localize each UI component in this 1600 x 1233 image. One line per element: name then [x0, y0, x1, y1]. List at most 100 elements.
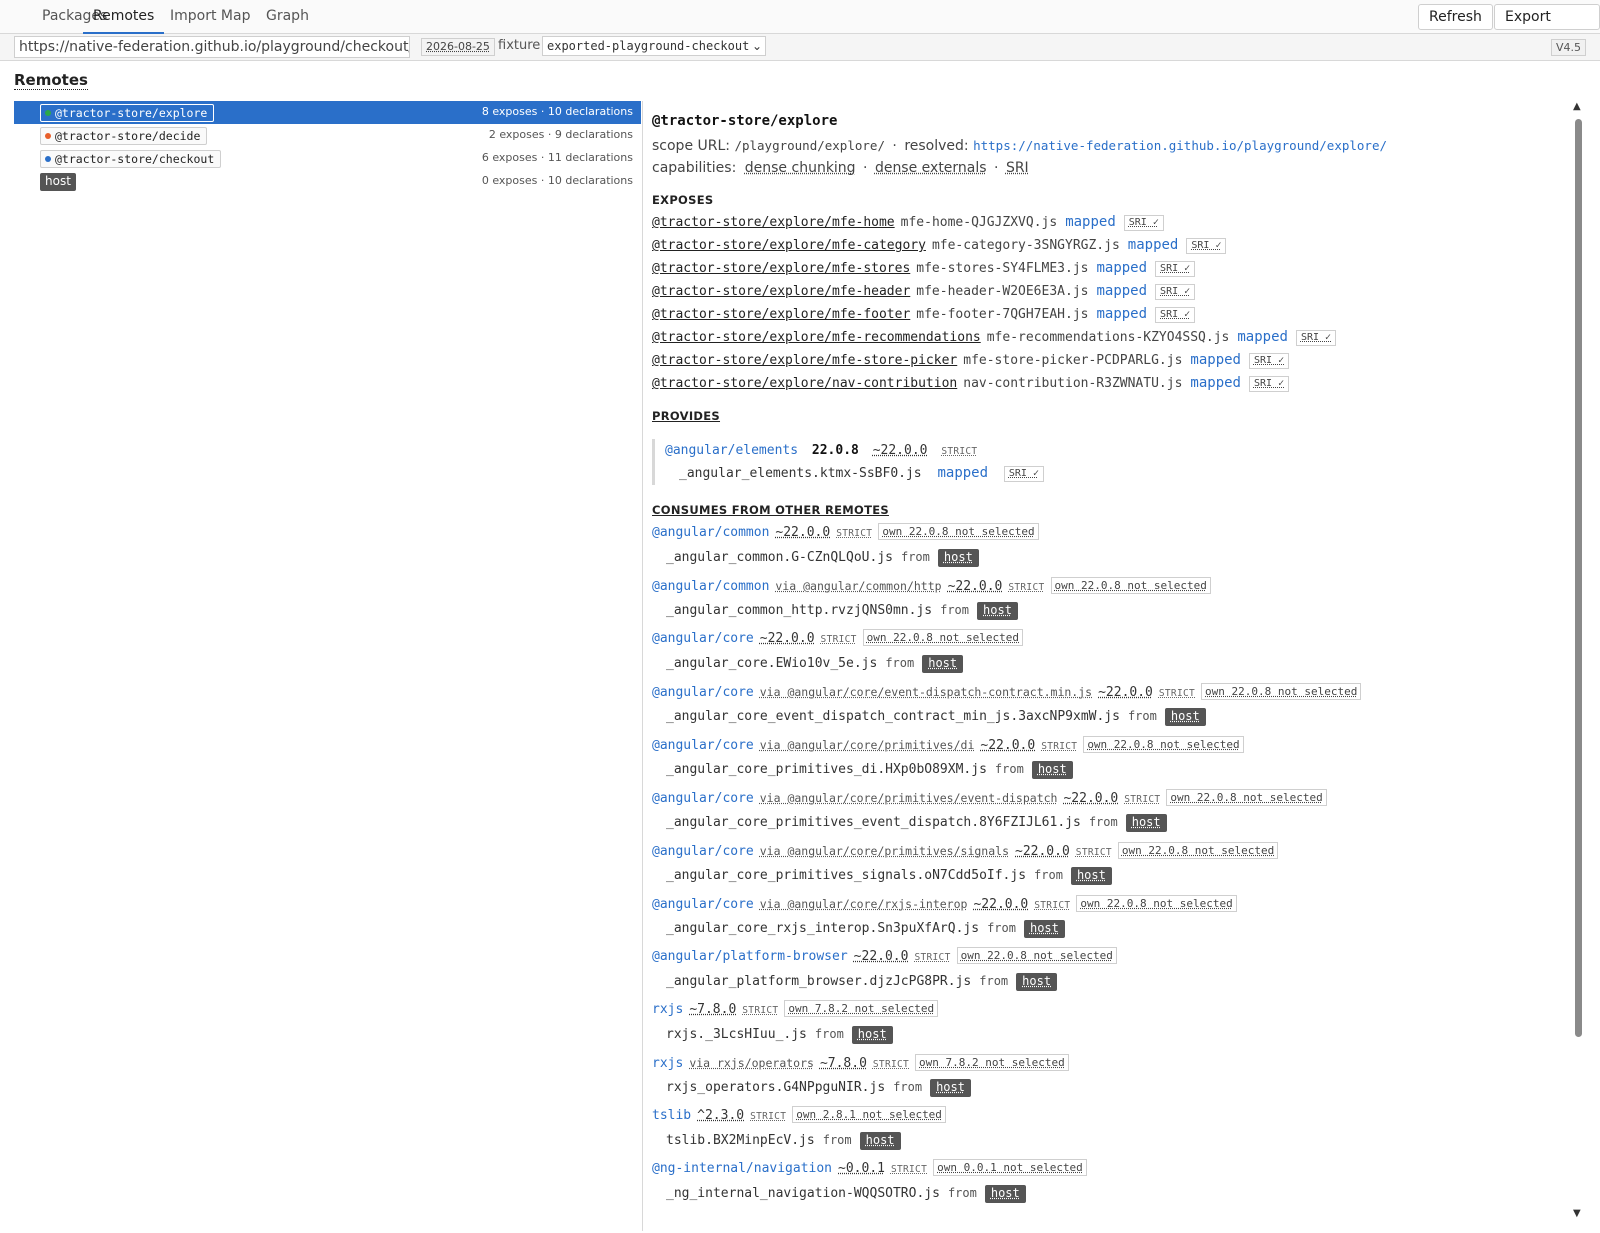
expose-row: @tractor-store/explore/mfe-footer mfe-foo… [652, 303, 1562, 326]
provide-file: _angular_elements.ktmx-SsBF0.js [679, 466, 922, 481]
consume-package[interactable]: rxjs [652, 1002, 683, 1017]
host-badge[interactable]: host [1031, 761, 1073, 779]
fixture-select[interactable]: exported-playground-checkout ⌄ [542, 36, 766, 56]
fixture-label: fixture [498, 38, 541, 53]
host-badge[interactable]: host [977, 602, 1018, 620]
expose-name[interactable]: @tractor-store/explore/mfe-stores [652, 261, 910, 276]
date-chip[interactable]: 2026-08-25 [421, 38, 495, 56]
host-badge[interactable]: host [1125, 814, 1167, 832]
strict-label: STRICT [890, 1164, 928, 1175]
strict-label: STRICT [872, 1059, 910, 1070]
own-version-badge: own 0.0.1 not selected [933, 1159, 1087, 1176]
host-badge[interactable]: host [1164, 708, 1206, 726]
sri-badge[interactable]: SRI ✓ [1155, 284, 1196, 300]
mapped-label: mapped [1065, 214, 1116, 230]
tab-import-map[interactable]: Import Map [160, 0, 260, 34]
host-badge[interactable]: host [937, 549, 979, 567]
provide-file-row: _angular_elements.ktmx-SsBF0.js mapped S… [665, 462, 1562, 485]
refresh-button[interactable]: Refresh [1418, 4, 1493, 30]
provide-package[interactable]: @angular/elements [665, 443, 798, 458]
consume-range: ~22.0.0 [980, 738, 1036, 753]
exposes-header: EXPOSES [652, 193, 714, 207]
version-badge: V4.5 [1550, 39, 1586, 56]
expose-name[interactable]: @tractor-store/explore/mfe-footer [652, 307, 910, 322]
mapped-label: mapped [937, 465, 989, 481]
consume-file: rxjs_operators.G4NPpguNIR.js [666, 1080, 886, 1095]
expose-name[interactable]: @tractor-store/explore/mfe-category [652, 238, 926, 253]
host-badge[interactable]: host [1016, 973, 1058, 991]
consume-package[interactable]: @angular/core [652, 897, 754, 912]
own-version-badge: own 22.0.8 not selected [1083, 736, 1244, 753]
consume-file: _angular_core_rxjs_interop.Sn3puXfArQ.js [666, 921, 980, 936]
list-item[interactable]: @tractor-store/checkout 6 exposes · 11 d… [14, 147, 641, 170]
consume-item: @angular/core via @angular/core/primitive… [652, 786, 1562, 839]
sri-badge[interactable]: SRI ✓ [1248, 353, 1290, 369]
expose-name[interactable]: @tractor-store/explore/nav-contribution [652, 376, 957, 391]
capability-sri[interactable]: SRI [1006, 160, 1029, 176]
consume-package[interactable]: @angular/core [652, 844, 754, 859]
capability-dense-externals[interactable]: dense externals [875, 160, 987, 176]
consume-range: ~22.0.0 [947, 579, 1003, 594]
sri-badge[interactable]: SRI ✓ [1248, 376, 1290, 392]
scrollbar-thumb[interactable] [1575, 119, 1582, 1037]
list-item[interactable]: @tractor-store/explore 8 exposes · 10 de… [14, 101, 641, 124]
expose-name[interactable]: @tractor-store/explore/mfe-header [652, 284, 910, 299]
consume-file: _angular_common_http.rvzjQNS0mn.js [666, 603, 933, 618]
host-badge[interactable]: host [984, 1185, 1026, 1203]
capabilities-label: capabilities: [652, 160, 737, 176]
resolved-link[interactable]: https://native-federation.github.io/play… [973, 138, 1387, 153]
consume-package[interactable]: @angular/platform-browser [652, 949, 848, 964]
expose-name[interactable]: @tractor-store/explore/mfe-store-picker [652, 353, 957, 368]
host-badge[interactable]: host [1023, 920, 1065, 938]
tab-remotes[interactable]: Remotes [83, 0, 165, 34]
consume-file: _angular_core_primitives_event_dispatch.… [666, 815, 1081, 830]
from-label: from [814, 1027, 844, 1041]
consume-package[interactable]: @angular/common [652, 579, 769, 594]
own-version-badge: own 7.8.2 not selected [784, 1000, 939, 1017]
list-item[interactable]: @tractor-store/decide 2 exposes · 9 decl… [14, 124, 641, 147]
scroll-down-arrow-icon[interactable]: ▼ [1573, 1208, 1581, 1219]
consume-package[interactable]: @angular/common [652, 525, 769, 540]
host-badge[interactable]: host [930, 1079, 971, 1097]
consume-package[interactable]: rxjs [652, 1056, 683, 1071]
list-item[interactable]: host 0 exposes · 10 declarations [14, 170, 641, 193]
scope-label: scope URL: [652, 138, 730, 154]
consume-item: @angular/core via @angular/core/primitive… [652, 839, 1562, 892]
expose-name[interactable]: @tractor-store/explore/mfe-recommendatio… [652, 330, 981, 345]
tab-graph[interactable]: Graph [256, 0, 319, 34]
strict-label: STRICT [1158, 688, 1196, 699]
host-badge[interactable]: host [859, 1132, 901, 1150]
export-json-button[interactable]: Export JSON [1494, 4, 1600, 49]
sri-badge[interactable]: SRI ✓ [1186, 238, 1227, 254]
panel-divider[interactable] [642, 101, 643, 1231]
capability-dense-chunking[interactable]: dense chunking [745, 160, 856, 176]
remotes-list: @tractor-store/explore 8 exposes · 10 de… [14, 101, 641, 193]
sri-badge[interactable]: SRI ✓ [1123, 215, 1164, 231]
sri-badge[interactable]: SRI ✓ [1155, 261, 1196, 277]
strict-label: STRICT [1075, 847, 1112, 858]
from-label: from [1088, 815, 1118, 829]
expose-name[interactable]: @tractor-store/explore/mfe-home [652, 215, 895, 230]
strict-label: STRICT [1124, 794, 1161, 805]
consume-package[interactable]: tslib [652, 1108, 691, 1123]
status-dot-icon [45, 156, 51, 162]
url-input[interactable]: https://native-federation.github.io/play… [14, 36, 410, 58]
consume-package[interactable]: @angular/core [652, 631, 754, 646]
host-badge[interactable]: host [851, 1026, 893, 1044]
host-badge[interactable]: host [922, 655, 964, 673]
consume-package[interactable]: @angular/core [652, 791, 754, 806]
sri-badge[interactable]: SRI ✓ [1155, 307, 1196, 323]
detail-title: @tractor-store/explore [652, 113, 838, 129]
consume-package[interactable]: @ng-internal/navigation [652, 1161, 832, 1176]
sri-badge[interactable]: SRI ✓ [1295, 330, 1337, 346]
consume-package[interactable]: @angular/core [652, 738, 754, 753]
sri-badge[interactable]: SRI ✓ [1003, 466, 1044, 482]
consume-via: via rxjs/operators [689, 1056, 814, 1070]
consume-range: ~22.0.0 [973, 897, 1029, 912]
consume-item: rxjs ~7.8.0 STRICT own 7.8.2 not selected r… [652, 998, 1562, 1051]
consume-package[interactable]: @angular/core [652, 685, 754, 700]
provides-block: @angular/elements 22.0.8 ~22.0.0 STRICT … [652, 439, 1562, 485]
host-badge[interactable]: host [1070, 867, 1112, 885]
detail-scrollbar[interactable]: ▲ ▼ [1572, 101, 1584, 1221]
scroll-up-arrow-icon[interactable]: ▲ [1573, 101, 1581, 112]
